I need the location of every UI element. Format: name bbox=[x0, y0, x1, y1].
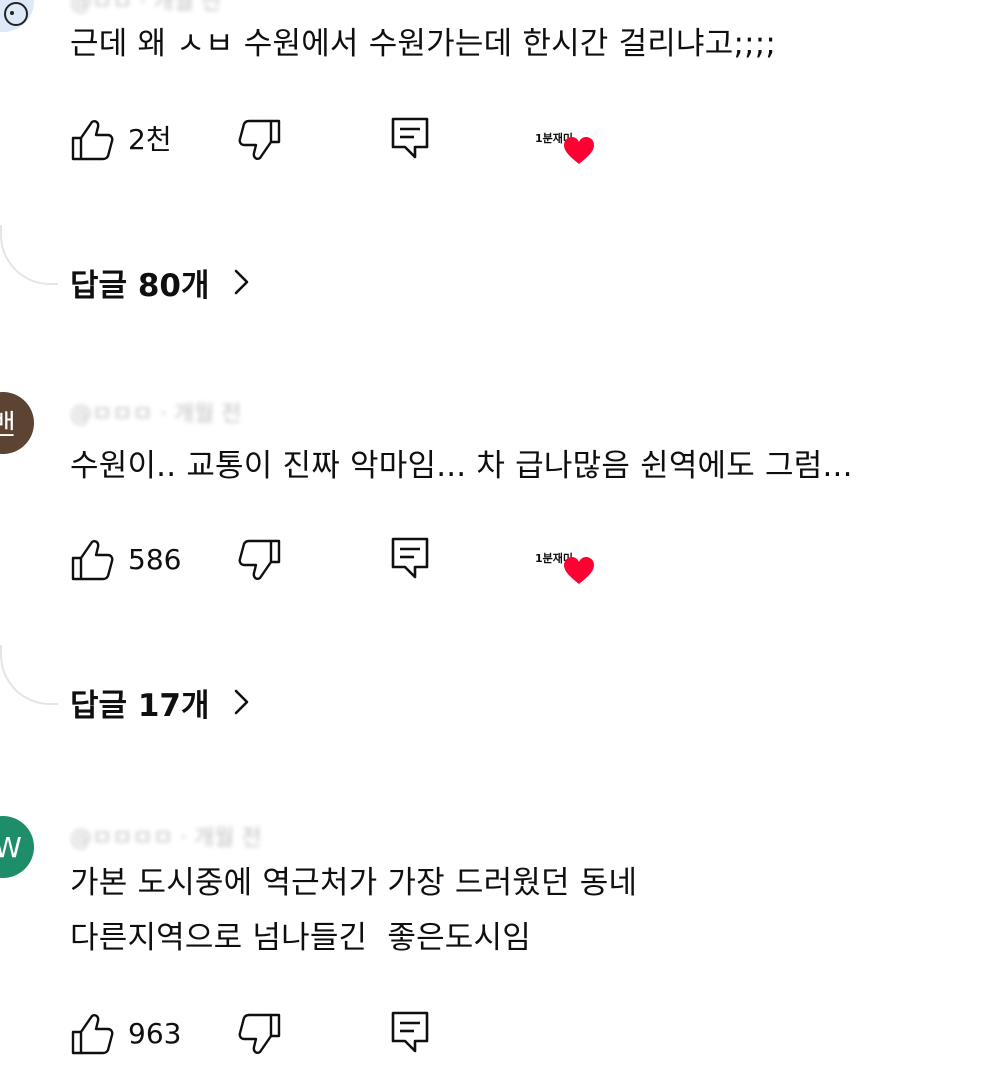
view-replies-button[interactable]: 답글 80개 bbox=[70, 258, 252, 306]
comments-page: @ㅁㅁ · 개월 전 근데 왜 ㅅㅂ 수원에서 수원가는데 한시간 걸리냐고;;… bbox=[0, 0, 986, 1089]
chevron-right-icon bbox=[234, 689, 248, 715]
avatar[interactable]: W bbox=[0, 816, 34, 878]
comment-text: 근데 왜 ㅅㅂ 수원에서 수원가는데 한시간 걸리냐고;;;; bbox=[70, 26, 777, 62]
view-replies-button[interactable]: 답글 17개 bbox=[70, 678, 252, 726]
comment-icon bbox=[391, 117, 429, 159]
comment-icon bbox=[391, 537, 429, 579]
comment-icon bbox=[391, 1011, 429, 1053]
reply-button[interactable] bbox=[389, 536, 433, 580]
like-count: 963 bbox=[128, 1017, 182, 1050]
replies-count: 답글 17개 bbox=[70, 687, 210, 724]
avatar-initial: W bbox=[0, 830, 22, 864]
thumb-down-icon bbox=[238, 1013, 281, 1054]
heart-icon bbox=[564, 557, 594, 584]
creator-heart-badge: 1분재미 bbox=[535, 130, 605, 180]
reply-button[interactable] bbox=[389, 116, 433, 160]
thumb-up-icon bbox=[71, 1014, 114, 1055]
like-button[interactable] bbox=[70, 118, 114, 162]
avatar[interactable] bbox=[0, 0, 34, 32]
comment-text: 가본 도시중에 역근처가 가장 드러웠던 동네 bbox=[70, 865, 638, 901]
avatar[interactable]: 밴 bbox=[0, 392, 34, 454]
avatar-initial: 밴 bbox=[0, 408, 16, 441]
replies-count: 답글 80개 bbox=[70, 267, 210, 304]
thumb-down-icon bbox=[238, 119, 281, 160]
like-button[interactable] bbox=[70, 538, 114, 582]
creator-heart-badge: 1분재미 bbox=[535, 550, 605, 600]
thumb-down-icon bbox=[238, 539, 281, 580]
reply-button[interactable] bbox=[389, 1010, 433, 1054]
thread-connector bbox=[0, 645, 58, 705]
thread-connector bbox=[0, 225, 58, 285]
like-count: 586 bbox=[128, 543, 182, 576]
chevron-right-icon bbox=[234, 269, 248, 295]
dislike-button[interactable] bbox=[238, 118, 282, 162]
comment-meta: @ㅁㅁ · 개월 전 bbox=[70, 0, 222, 15]
cartoon-face-icon bbox=[0, 0, 34, 32]
heart-icon bbox=[564, 137, 594, 164]
comment-text: 다른지역으로 넘나들긴 좋은도시임 bbox=[70, 920, 531, 956]
like-button[interactable] bbox=[70, 1012, 114, 1056]
dislike-button[interactable] bbox=[238, 538, 282, 582]
dislike-button[interactable] bbox=[238, 1012, 282, 1056]
comment-text: 수원이.. 교통이 진짜 악마임... 차 급나많음 쉰역에도 그럼... bbox=[70, 448, 853, 484]
comment-meta: @ㅁㅁㅁㅁ · 개월 전 bbox=[70, 826, 262, 851]
thumb-up-icon bbox=[71, 120, 114, 161]
like-count: 2천 bbox=[128, 123, 172, 156]
thumb-up-icon bbox=[71, 540, 114, 581]
comment-meta: @ㅁㅁㅁ · 개월 전 bbox=[70, 402, 242, 427]
